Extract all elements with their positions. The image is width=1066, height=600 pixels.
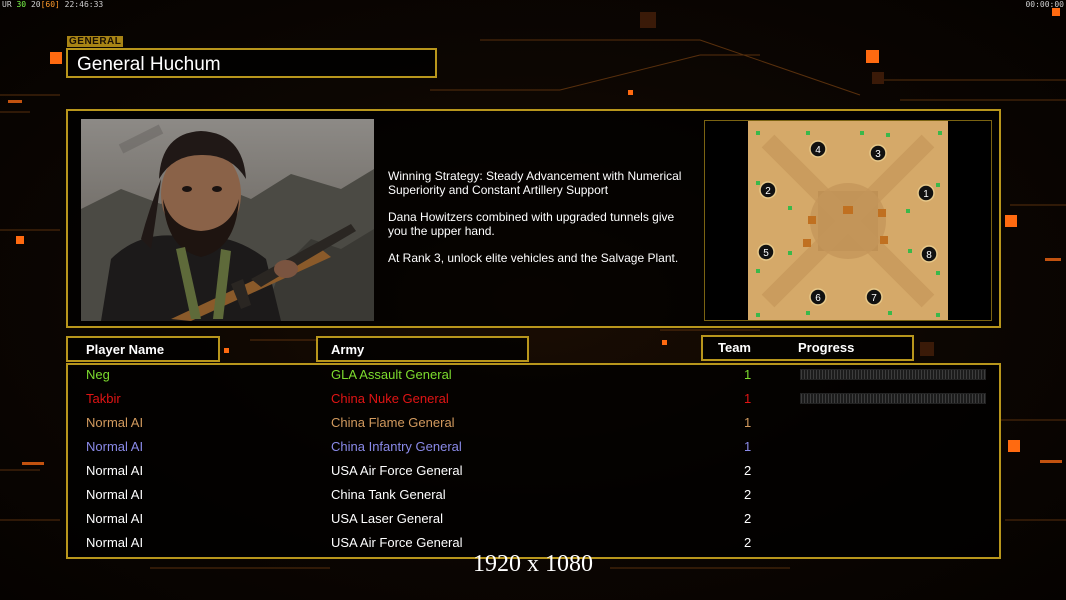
player-army: USA Air Force General (331, 535, 463, 550)
start-position-label: 5 (763, 248, 769, 259)
map-preview: 1 2 3 4 5 6 7 8 (704, 120, 992, 321)
fps-value: 30 (16, 0, 27, 9)
player-team: 2 (744, 463, 752, 478)
table-row: Normal AI USA Laser General 2 (68, 509, 999, 533)
load-progress-bar (800, 393, 986, 404)
start-position-label: 6 (815, 293, 821, 304)
start-position-label: 1 (923, 189, 929, 200)
table-row: Normal AI China Tank General 2 (68, 485, 999, 509)
table-row: Neg GLA Assault General 1 (68, 365, 999, 389)
debug-fps-readout: UR 30 20[60] 22:46:33 (2, 0, 103, 9)
map-image: 1 2 3 4 5 6 7 8 (748, 121, 948, 320)
resolution-overlay: 1920 x 1080 (473, 551, 593, 577)
strategy-line: Dana Howitzers combined with upgraded tu… (388, 210, 675, 238)
frame-count: 20 (30, 0, 41, 9)
strategy-text: Winning Strategy: Steady Advancement wit… (388, 169, 708, 278)
player-team: 2 (744, 511, 752, 526)
player-team: 1 (744, 415, 752, 430)
player-name: Normal AI (86, 415, 144, 430)
header-progress-label: Progress (798, 340, 855, 355)
start-position-label: 3 (875, 149, 881, 160)
player-army: USA Air Force General (331, 463, 463, 478)
player-name: Neg (86, 367, 110, 382)
player-team: 2 (744, 487, 752, 502)
player-list: Neg GLA Assault General 1 Takbir China Nuke … (66, 363, 1001, 559)
general-name-box: General Huchum (66, 48, 437, 78)
clock-time: 22:46:33 (64, 0, 104, 9)
player-army: China Infantry General (331, 439, 462, 454)
table-row: Normal AI USA Air Force General 2 (68, 461, 999, 485)
general-name: General Huchum (77, 54, 221, 75)
start-position-label: 2 (765, 186, 771, 197)
table-row: Normal AI China Infantry General 1 (68, 437, 999, 461)
player-team: 1 (744, 391, 752, 406)
player-team: 2 (744, 535, 752, 550)
load-progress-bar (800, 369, 986, 380)
player-army: China Nuke General (331, 391, 449, 406)
header-team-progress: Team Progress (701, 335, 914, 361)
player-army: China Flame General (331, 415, 455, 430)
player-army: USA Laser General (331, 511, 444, 526)
fps-limit: [60] (40, 0, 60, 9)
header-player-name: Player Name (66, 336, 220, 362)
player-name: Takbir (86, 391, 121, 406)
general-label: GENERAL (67, 36, 124, 47)
start-position-label: 7 (871, 293, 877, 304)
header-army-label: Army (331, 342, 365, 357)
player-name: Normal AI (86, 487, 144, 502)
player-name: Normal AI (86, 511, 144, 526)
player-army: China Tank General (331, 487, 446, 502)
table-row: Normal AI China Flame General 1 (68, 413, 999, 437)
strategy-line: At Rank 3, unlock elite vehicles and the… (388, 251, 679, 265)
general-portrait (81, 119, 374, 321)
player-team: 1 (744, 367, 752, 382)
hud-prefix: UR (2, 0, 12, 9)
player-name: Normal AI (86, 535, 144, 550)
player-name: Normal AI (86, 439, 144, 454)
start-position-label: 8 (926, 250, 932, 261)
header-player-name-label: Player Name (86, 342, 165, 357)
player-team: 1 (744, 439, 752, 454)
general-info-panel: Winning Strategy: Steady Advancement wit… (66, 109, 1001, 328)
table-row: Takbir China Nuke General 1 (68, 389, 999, 413)
header-team-label: Team (718, 340, 751, 355)
strategy-line: Winning Strategy: Steady Advancement wit… (388, 169, 682, 197)
player-name: Normal AI (86, 463, 144, 478)
player-army: GLA Assault General (331, 367, 452, 382)
header-army: Army (316, 336, 529, 362)
game-timer: 00:00:00 (1025, 0, 1064, 9)
start-position-label: 4 (815, 145, 821, 156)
